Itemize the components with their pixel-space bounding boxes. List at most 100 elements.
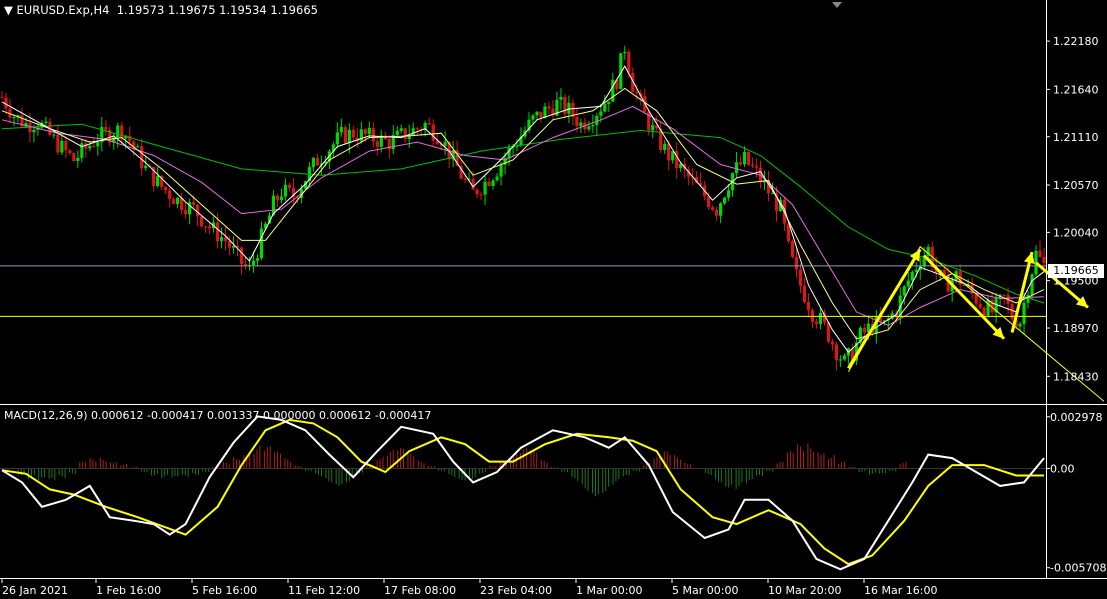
candle-body (68, 150, 72, 154)
candle-body (910, 271, 914, 281)
time-tick-label: 5 Feb 16:00 (192, 584, 257, 597)
candle-body (243, 263, 248, 266)
candle-body (311, 158, 316, 168)
candle-body (52, 134, 56, 136)
candle-body (834, 344, 839, 361)
candle-body (727, 190, 731, 198)
price-tick-label: 1.18430 (1053, 370, 1099, 383)
candle-body (1022, 302, 1026, 324)
candle-body (547, 106, 551, 109)
candle-body (463, 178, 467, 180)
candle-body (1030, 274, 1034, 295)
candle-body (479, 194, 483, 196)
candle-body (830, 341, 835, 345)
time-tick-label: 1 Feb 16:00 (96, 584, 161, 597)
candle-body (259, 228, 264, 259)
candle-body (487, 181, 491, 186)
candle-body (219, 237, 224, 242)
candle-body (279, 196, 284, 201)
candle-body (144, 165, 148, 169)
candle-body (351, 129, 355, 138)
time-tick-label: 26 Jan 2021 (2, 584, 68, 597)
candle-body (978, 303, 982, 308)
candle-body (204, 226, 208, 228)
time-tick-label: 16 Mar 16:00 (864, 584, 937, 597)
candle-body (794, 256, 799, 270)
candle-body (603, 103, 607, 112)
candle-body (471, 178, 475, 190)
macd-tick-label: 0.002978 (1050, 411, 1103, 424)
candle-body (906, 280, 910, 287)
candle-body (579, 122, 583, 127)
candle-body (539, 111, 543, 119)
candle-body (431, 124, 435, 141)
candle-body (60, 140, 64, 153)
candle-body (395, 130, 399, 136)
candle-body (711, 207, 715, 210)
candle-body (475, 189, 479, 195)
candle-body (986, 299, 990, 316)
price-tick-label: 1.20570 (1053, 179, 1099, 192)
time-tick-label: 11 Feb 12:00 (288, 584, 360, 597)
candle-body (287, 184, 292, 188)
candle-body (495, 176, 499, 181)
candle-body (723, 197, 727, 204)
candle-body (818, 312, 823, 324)
candle-body (415, 128, 419, 130)
candle-body (411, 128, 415, 136)
candle-body (76, 157, 80, 161)
candle-body (1010, 303, 1014, 320)
open-value: 1.19573 (116, 3, 165, 17)
candle-body (802, 285, 807, 303)
candle-body (231, 245, 236, 248)
candle-body (1002, 294, 1006, 296)
candle-body (156, 175, 160, 187)
candle-body (56, 134, 60, 153)
close-value: 1.19665 (270, 3, 318, 17)
time-tick-label: 17 Feb 08:00 (384, 584, 456, 597)
candle-body (902, 286, 906, 296)
high-value: 1.19675 (167, 3, 216, 17)
candle-body (427, 122, 431, 125)
candle-body (116, 125, 120, 138)
candle-body (32, 129, 36, 133)
candle-body (838, 359, 842, 361)
candle-body (343, 127, 347, 144)
candle-body (982, 307, 986, 316)
candle-body (0, 97, 4, 99)
candle-body (750, 164, 755, 167)
candle-body (599, 111, 603, 116)
candle-body (367, 127, 371, 135)
candle-body (575, 116, 579, 127)
candle-body (719, 203, 723, 216)
candle-body (607, 101, 611, 104)
candle-body (136, 146, 140, 148)
candle-body (283, 184, 288, 197)
candle-body (491, 180, 495, 186)
symbol-label: EURUSD.Exp,H4 (16, 3, 110, 17)
candle-body (531, 115, 535, 120)
candle-body (339, 127, 343, 133)
candle-body (746, 151, 751, 165)
candle-body (88, 145, 92, 149)
candle-body (635, 92, 639, 94)
time-tick-label: 23 Feb 04:00 (480, 584, 552, 597)
candle-body (363, 129, 367, 135)
candle-body (375, 141, 379, 147)
candle-body (164, 186, 168, 191)
chart-canvas: 1.22180 1.21640 1.21110 1.20570 1.20040 1.195… (0, 0, 1107, 599)
candle-body (738, 162, 743, 165)
candle-body (239, 247, 244, 264)
price-tick-label: 1.20040 (1053, 226, 1099, 239)
macd-name: MACD(12,26,9) (4, 409, 88, 422)
candle-body (140, 146, 144, 169)
candle-body (667, 143, 671, 161)
candle-body (715, 209, 719, 216)
candle-body (842, 355, 846, 360)
dropdown-triangle-icon[interactable]: ▼ (4, 3, 13, 17)
macd-header: MACD(12,26,9) 0.000612 -0.000417 0.00133… (4, 409, 431, 422)
candle-body (128, 135, 132, 142)
candle-body (227, 241, 232, 248)
candle-body (627, 51, 631, 73)
candle-body (176, 197, 180, 205)
